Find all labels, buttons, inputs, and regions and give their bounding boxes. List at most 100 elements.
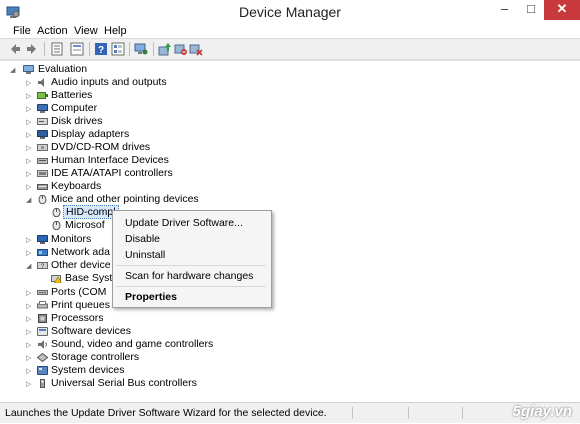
device-tree[interactable]: ◢ Evaluation ▷ Audio inputs and outputs … bbox=[0, 60, 580, 401]
tree-node-print-queues[interactable]: Print queues bbox=[51, 299, 110, 312]
hid-icon bbox=[37, 158, 48, 164]
tree-node-usb-controllers[interactable]: Universal Serial Bus controllers bbox=[51, 377, 197, 390]
context-uninstall[interactable]: Uninstall bbox=[125, 248, 165, 262]
tree-node-batteries[interactable]: Batteries bbox=[51, 89, 92, 102]
tree-node-processors[interactable]: Processors bbox=[51, 312, 104, 325]
tree-node-computer[interactable]: Computer bbox=[51, 102, 97, 115]
tree-node-software-devices[interactable]: Software devices bbox=[51, 325, 131, 338]
network-adapter-icon bbox=[37, 249, 48, 256]
update-driver-icon[interactable] bbox=[158, 42, 172, 56]
tree-node-other-devices[interactable]: Other device bbox=[51, 259, 111, 272]
expand-arrow-icon[interactable]: ▷ bbox=[26, 90, 34, 103]
usb-icon bbox=[40, 379, 45, 388]
tree-node-hid-compliant-mouse[interactable]: HID-compl bbox=[63, 205, 119, 219]
disable-device-icon[interactable] bbox=[174, 42, 188, 56]
help-icon[interactable]: ? bbox=[94, 42, 108, 56]
minimize-button[interactable]: – bbox=[491, 0, 518, 20]
back-icon[interactable] bbox=[8, 42, 22, 56]
device-manager-window: Device Manager – □ ✕ File Action View He… bbox=[0, 0, 580, 424]
tree-node-sound-video[interactable]: Sound, video and game controllers bbox=[51, 338, 213, 351]
mouse-icon bbox=[52, 208, 61, 217]
tree-node-system-devices[interactable]: System devices bbox=[51, 364, 125, 377]
context-menu: Update Driver Software... Disable Uninst… bbox=[112, 210, 272, 308]
storage-controller-icon bbox=[37, 353, 48, 362]
computer-icon bbox=[23, 65, 34, 74]
expand-arrow-icon[interactable]: ▷ bbox=[26, 339, 34, 352]
context-update-driver-software[interactable]: Update Driver Software... bbox=[125, 216, 243, 230]
expand-arrow-icon[interactable]: ▷ bbox=[26, 181, 34, 194]
expand-arrow-icon[interactable]: ▷ bbox=[26, 168, 34, 181]
keyboard-icon bbox=[37, 184, 48, 190]
expand-arrow-icon[interactable]: ▷ bbox=[26, 116, 34, 129]
selected-item-label: HID-compl bbox=[63, 205, 119, 219]
tree-node-display-adapters[interactable]: Display adapters bbox=[51, 128, 129, 141]
audio-icon bbox=[38, 78, 44, 87]
collapse-arrow-icon[interactable]: ◢ bbox=[10, 64, 18, 77]
properties-sheet-icon[interactable] bbox=[50, 42, 64, 56]
list-icon[interactable] bbox=[111, 42, 125, 56]
context-separator bbox=[116, 265, 266, 266]
processor-icon bbox=[38, 314, 47, 323]
mouse-icon bbox=[38, 195, 47, 204]
tree-node-keyboards[interactable]: Keyboards bbox=[51, 180, 101, 193]
tree-root-evaluation[interactable]: Evaluation bbox=[38, 63, 87, 76]
toolbar: ? bbox=[0, 38, 580, 60]
tree-node-monitors[interactable]: Monitors bbox=[51, 233, 91, 246]
uninstall-device-icon[interactable] bbox=[189, 42, 203, 56]
context-separator bbox=[116, 286, 266, 287]
tree-node-ide[interactable]: IDE ATA/ATAPI controllers bbox=[51, 167, 173, 180]
svg-text:?: ? bbox=[98, 45, 104, 56]
expand-arrow-icon[interactable]: ▷ bbox=[26, 142, 34, 155]
menu-bar: File Action View Help bbox=[0, 24, 580, 38]
expand-arrow-icon[interactable]: ▷ bbox=[26, 378, 34, 391]
printer-icon bbox=[37, 301, 48, 309]
expand-arrow-icon[interactable]: ▷ bbox=[26, 313, 34, 326]
battery-icon bbox=[37, 92, 48, 99]
title-bar[interactable]: Device Manager – □ ✕ bbox=[0, 0, 580, 24]
collapse-arrow-icon[interactable]: ◢ bbox=[26, 260, 34, 273]
status-divider bbox=[462, 407, 463, 419]
menu-help[interactable]: Help bbox=[99, 24, 132, 38]
dvd-drive-icon bbox=[37, 144, 48, 151]
toolbar-separator bbox=[44, 42, 45, 56]
expand-arrow-icon[interactable]: ▷ bbox=[26, 352, 34, 365]
computer-icon[interactable] bbox=[134, 42, 148, 56]
expand-arrow-icon[interactable]: ▷ bbox=[26, 287, 34, 300]
tree-node-hid[interactable]: Human Interface Devices bbox=[51, 154, 169, 167]
tree-node-disk-drives[interactable]: Disk drives bbox=[51, 115, 102, 128]
tree-node-microsoft-mouse[interactable]: Microsof bbox=[65, 219, 105, 232]
tree-node-dvd-drives[interactable]: DVD/CD-ROM drives bbox=[51, 141, 150, 154]
collapse-arrow-icon[interactable]: ◢ bbox=[26, 194, 34, 207]
expand-arrow-icon[interactable]: ▷ bbox=[26, 155, 34, 168]
tree-node-base-system-device[interactable]: Base Syst bbox=[65, 272, 112, 285]
device-tree-icon[interactable] bbox=[70, 42, 84, 56]
expand-arrow-icon[interactable]: ▷ bbox=[26, 326, 34, 339]
menu-action[interactable]: Action bbox=[32, 24, 73, 38]
monitor-icon bbox=[37, 235, 48, 244]
tree-node-ports[interactable]: Ports (COM bbox=[51, 286, 106, 299]
forward-icon[interactable] bbox=[25, 42, 39, 56]
close-button[interactable]: ✕ bbox=[544, 0, 580, 20]
menu-view[interactable]: View bbox=[69, 24, 103, 38]
display-adapter-icon bbox=[37, 130, 48, 139]
sound-icon bbox=[38, 340, 47, 349]
expand-arrow-icon[interactable]: ▷ bbox=[26, 247, 34, 260]
disk-drive-icon bbox=[37, 118, 48, 125]
context-scan-hardware-changes[interactable]: Scan for hardware changes bbox=[125, 269, 253, 283]
status-text: Launches the Update Driver Software Wiza… bbox=[5, 407, 327, 419]
tree-node-network-adapters[interactable]: Network ada bbox=[51, 246, 110, 259]
toolbar-separator bbox=[129, 42, 130, 56]
tree-node-storage-controllers[interactable]: Storage controllers bbox=[51, 351, 139, 364]
software-device-icon bbox=[37, 327, 48, 336]
warning-device-icon bbox=[51, 275, 62, 283]
context-disable[interactable]: Disable bbox=[125, 232, 160, 246]
maximize-button[interactable]: □ bbox=[518, 0, 544, 20]
expand-arrow-icon[interactable]: ▷ bbox=[26, 234, 34, 247]
expand-arrow-icon[interactable]: ▷ bbox=[26, 365, 34, 378]
tree-node-audio[interactable]: Audio inputs and outputs bbox=[51, 76, 167, 89]
expand-arrow-icon[interactable]: ▷ bbox=[26, 129, 34, 142]
expand-arrow-icon[interactable]: ▷ bbox=[26, 300, 34, 313]
expand-arrow-icon[interactable]: ▷ bbox=[26, 77, 34, 90]
expand-arrow-icon[interactable]: ▷ bbox=[26, 103, 34, 116]
context-properties[interactable]: Properties bbox=[125, 290, 177, 304]
